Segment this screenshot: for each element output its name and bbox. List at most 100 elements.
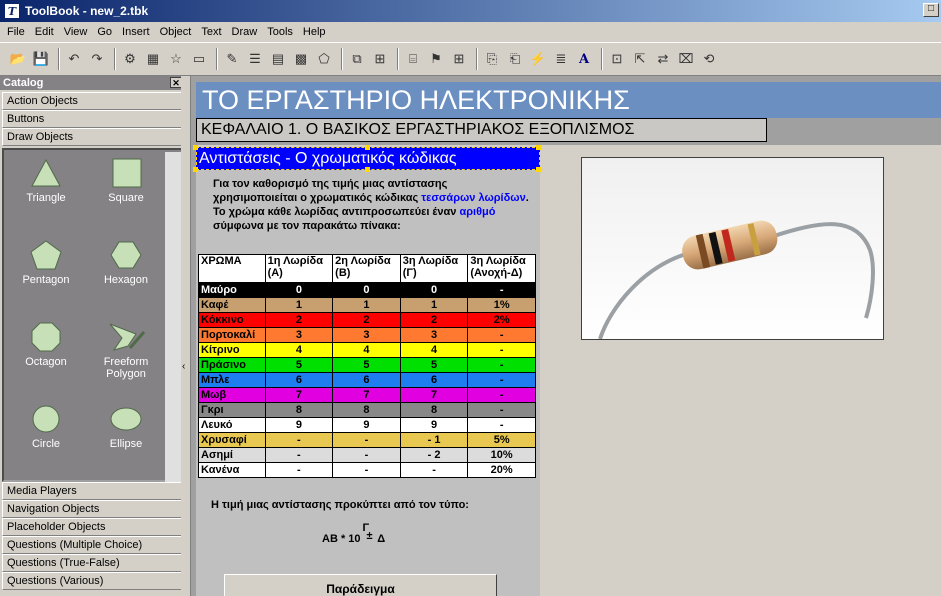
value-cell: 9 <box>264 417 334 433</box>
intro-highlight: αριθμό <box>459 206 496 218</box>
toolbar-separator <box>601 48 603 70</box>
book-properties-icon[interactable]: ⎗ <box>505 49 525 69</box>
value-cell: 4 <box>399 342 469 358</box>
move-icon[interactable]: ⇱ <box>630 49 650 69</box>
save-icon[interactable]: 💾 <box>31 49 51 69</box>
selection-handle[interactable] <box>193 167 198 172</box>
action-editor-icon[interactable]: ⚑ <box>426 49 446 69</box>
star-icon[interactable]: ☆ <box>166 49 186 69</box>
undo-icon[interactable]: ↶ <box>64 49 84 69</box>
section-title-text: Αντιστάσεις - Ο χρωματικός κώδικας <box>199 150 457 167</box>
catalog-category-questions-true-false[interactable]: Questions (True-False) <box>2 554 183 572</box>
color-name-cell: Μπλε <box>198 372 266 388</box>
script-icon[interactable]: ⌸ <box>403 49 423 69</box>
lightning-icon[interactable]: ⚡ <box>528 49 548 69</box>
properties-icon[interactable]: ✎ <box>222 49 242 69</box>
value-cell: 1% <box>467 297 536 313</box>
arrange-icon[interactable]: ⌧ <box>676 49 696 69</box>
palette-icon[interactable]: ▩ <box>291 49 311 69</box>
page-properties-icon[interactable]: ⎘ <box>482 49 502 69</box>
panel-splitter[interactable]: ‹ <box>181 76 191 596</box>
shape-freeform-polygon[interactable]: Freeform Polygon <box>86 322 166 380</box>
value-cell: 2 <box>332 312 401 328</box>
table-row: Καφέ 1 1 1 1% <box>198 297 536 313</box>
shape-square[interactable]: Square <box>86 158 166 204</box>
value-cell: 6 <box>264 372 334 388</box>
menu-draw[interactable]: Draw <box>227 26 263 38</box>
shape-hexagon[interactable]: Hexagon <box>86 240 166 286</box>
copy-icon[interactable]: ⧉ <box>347 49 367 69</box>
menu-insert[interactable]: Insert <box>117 26 155 38</box>
catalog-scrollbar[interactable] <box>165 152 181 482</box>
image-icon[interactable]: ⊡ <box>607 49 627 69</box>
field-icon[interactable]: ▭ <box>189 49 209 69</box>
value-cell: 20% <box>467 462 536 478</box>
formula: ΑΒ * 10 Γ ± Δ <box>322 522 385 545</box>
pattern-icon[interactable]: ▤ <box>268 49 288 69</box>
menu-help[interactable]: Help <box>298 26 331 38</box>
color-name-cell: Μωβ <box>198 387 266 403</box>
catalog-icon[interactable]: ▦ <box>143 49 163 69</box>
collapse-arrow-icon[interactable]: ‹ <box>182 361 185 372</box>
toolbar-separator <box>58 48 60 70</box>
shapes-gallery: Triangle Square Pentagon Hexagon Octagon… <box>2 148 183 482</box>
menu-text[interactable]: Text <box>196 26 226 38</box>
menu-go[interactable]: Go <box>92 26 117 38</box>
open-folder-icon[interactable]: 📂 <box>8 49 28 69</box>
selection-handle[interactable] <box>365 145 370 150</box>
shape-label: Ellipse <box>109 438 143 450</box>
selection-handle[interactable] <box>365 167 370 172</box>
catalog-category-buttons[interactable]: Buttons <box>2 110 183 128</box>
value-cell: - <box>467 387 536 403</box>
color-name-cell: Λευκό <box>198 417 266 433</box>
redo-icon[interactable]: ↷ <box>87 49 107 69</box>
selection-handle[interactable] <box>193 145 198 150</box>
align-icon[interactable]: ☰ <box>245 49 265 69</box>
menu-edit[interactable]: Edit <box>30 26 59 38</box>
color-name-cell: Κόκκινο <box>198 312 266 328</box>
refresh-icon[interactable]: ⟲ <box>699 49 719 69</box>
catalog-category-placeholder-objects[interactable]: Placeholder Objects <box>2 518 183 536</box>
catalog-category-navigation-objects[interactable]: Navigation Objects <box>2 500 183 518</box>
shape-octagon[interactable]: Octagon <box>6 322 86 368</box>
shape-circle[interactable]: Circle <box>6 404 86 450</box>
grid-icon[interactable]: ⊞ <box>449 49 469 69</box>
resistor-image <box>582 158 883 340</box>
octagon-icon <box>31 322 61 352</box>
table-row: Γκρι 8 8 8- <box>198 402 536 418</box>
table-row: Πράσινο 5 5 5- <box>198 357 536 373</box>
maximize-button[interactable]: □ <box>923 3 939 17</box>
shape-pentagon[interactable]: Pentagon <box>6 240 86 286</box>
catalog-category-questions-multiple-choice[interactable]: Questions (Multiple Choice) <box>2 536 183 554</box>
shape-triangle[interactable]: Triangle <box>6 158 86 204</box>
selection-handle[interactable] <box>536 167 541 172</box>
catalog-category-media-players[interactable]: Media Players <box>2 482 183 500</box>
new-page-icon[interactable]: ⊞ <box>370 49 390 69</box>
shape-icon[interactable]: ⬠ <box>314 49 334 69</box>
value-cell: - <box>264 447 334 463</box>
selection-handle[interactable] <box>536 145 541 150</box>
shape-ellipse[interactable]: Ellipse <box>86 404 166 450</box>
menu-file[interactable]: File <box>2 26 30 38</box>
value-cell: 3 <box>264 327 334 343</box>
catalog-category-questions-various[interactable]: Questions (Various) <box>2 572 183 590</box>
link-icon[interactable]: ⇄ <box>653 49 673 69</box>
example-button[interactable]: Παράδειγμα <box>224 574 497 596</box>
list-icon[interactable]: ≣ <box>551 49 571 69</box>
intro-highlight: τεσσάρων λωρίδων <box>421 192 526 204</box>
catalog-panel: Catalog ✕ Action Objects Buttons Draw Ob… <box>0 76 186 596</box>
value-cell: - <box>467 402 536 418</box>
value-cell: 0 <box>332 282 401 298</box>
menu-view[interactable]: View <box>59 26 93 38</box>
shape-label: Pentagon <box>22 274 70 286</box>
table-row: Πορτοκαλί 3 3 3- <box>198 327 536 343</box>
menu-object[interactable]: Object <box>155 26 197 38</box>
catalog-category-draw-objects[interactable]: Draw Objects <box>2 128 183 146</box>
author-mode-icon[interactable]: ⚙ <box>120 49 140 69</box>
value-cell: 1 <box>399 297 469 313</box>
text-format-icon[interactable]: A <box>574 49 594 69</box>
menu-tools[interactable]: Tools <box>262 26 298 38</box>
column-header-band-c: 3η Λωρίδα (Γ) <box>399 254 469 283</box>
value-cell: - <box>332 447 401 463</box>
catalog-category-action-objects[interactable]: Action Objects <box>2 92 183 110</box>
